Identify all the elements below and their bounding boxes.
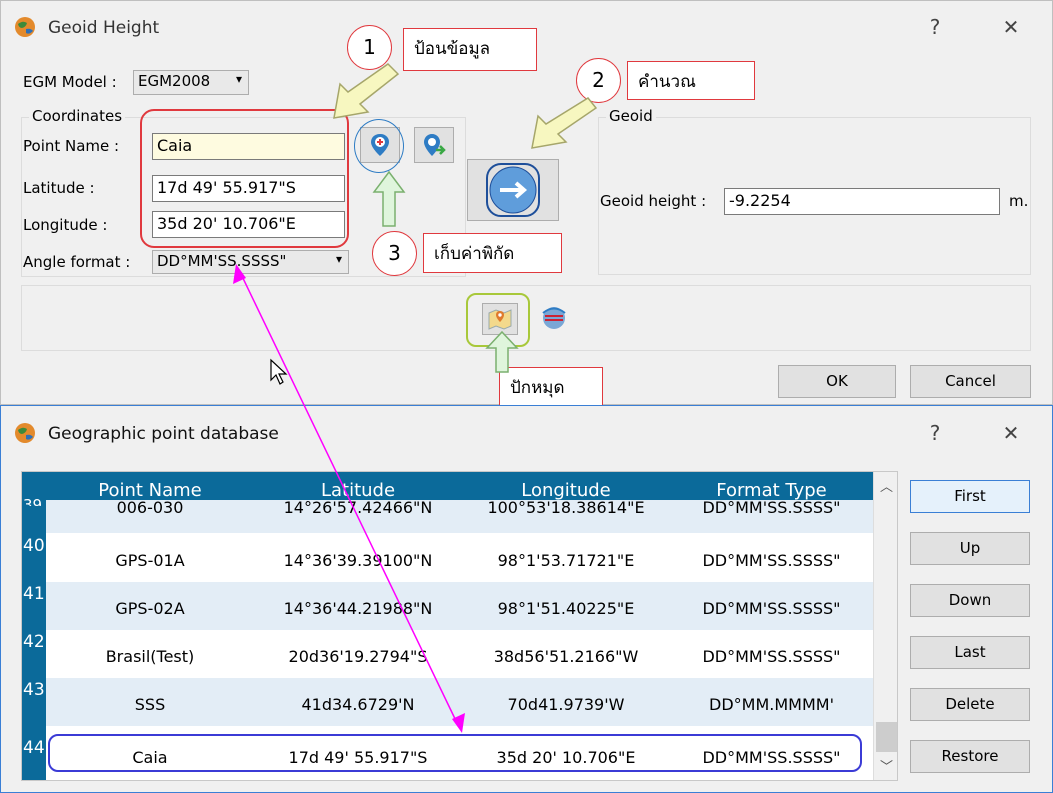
geoid-unit-label: m. (1009, 192, 1029, 210)
arrow-down-left-icon (333, 63, 400, 119)
cell-latitude: 14°26'57.42466"N (283, 498, 433, 517)
cell-latitude: 14°36'44.21988"N (283, 599, 433, 618)
latitude-label: Latitude : (23, 179, 95, 197)
up-button[interactable]: Up (910, 532, 1030, 565)
restore-button[interactable]: Restore (910, 740, 1030, 773)
table-row[interactable]: 006-030 14°26'57.42466"N 100°53'18.38614… (46, 498, 873, 534)
row-number: 42 (23, 632, 45, 652)
longitude-label: Longitude : (23, 216, 108, 234)
selected-row-highlight (48, 734, 862, 772)
last-button[interactable]: Last (910, 636, 1030, 669)
step3-callout: เก็บค่าพิกัด (423, 233, 562, 273)
cell-format-type: DD°MM'SS.SSSS" (702, 551, 841, 570)
cell-longitude: 98°1'53.71721"E (497, 551, 635, 570)
globe-export-button[interactable] (534, 303, 574, 335)
table-header: Point Name Latitude Longitude Format Typ… (46, 472, 873, 501)
close-button[interactable]: ✕ (996, 421, 1026, 445)
dialog-title: Geoid Height (48, 18, 160, 38)
help-button[interactable]: ? (921, 15, 949, 39)
mouse-cursor-icon (270, 358, 288, 385)
globe-icon (14, 16, 36, 38)
globe-sync-icon (542, 307, 566, 329)
cell-longitude: 100°53'18.38614"E (487, 498, 645, 517)
scroll-up-icon[interactable]: ︿ (874, 476, 897, 495)
input-highlight (140, 109, 349, 248)
cell-latitude: 41d34.6729'N (301, 695, 415, 714)
map-pin-go-icon (424, 134, 446, 156)
chevron-down-icon: ▾ (235, 72, 242, 86)
angle-format-value: DD°MM'SS.SSSS" (157, 252, 287, 270)
calculate-button[interactable] (467, 159, 559, 221)
cell-point-name: 006-030 (116, 498, 184, 517)
table-row[interactable]: Brasil(Test) 20d36'19.2794"S 38d56'51.21… (46, 630, 873, 678)
arrow-right-circle-icon (486, 163, 540, 217)
angle-format-label: Angle format : (23, 253, 131, 271)
cell-point-name: GPS-02A (115, 599, 185, 618)
egm-model-value: EGM2008 (138, 72, 211, 90)
globe-icon (14, 422, 36, 444)
geoid-height-label: Geoid height : (600, 192, 707, 210)
scroll-down-icon[interactable]: ﹀ (874, 756, 897, 775)
cancel-button[interactable]: Cancel (910, 365, 1031, 398)
cell-longitude: 70d41.9739'W (507, 695, 625, 714)
cell-latitude: 14°36'39.39100"N (283, 551, 433, 570)
step3-number: 3 (372, 231, 417, 276)
geoid-height-field[interactable]: -9.2254 (724, 188, 1000, 215)
points-table: Point Name Latitude Longitude Format Typ… (21, 471, 898, 781)
point-database-dialog: Geographic point database ? ✕ Point Name… (0, 405, 1053, 793)
arrow-up-icon (485, 330, 519, 373)
cell-format-type: DD°MM'SS.SSSS" (702, 498, 841, 517)
coordinates-group-label: Coordinates (29, 107, 126, 125)
table-row[interactable]: GPS-01A 14°36'39.39100"N 98°1'53.71721"E… (46, 534, 873, 582)
down-button[interactable]: Down (910, 584, 1030, 617)
cell-format-type: DD°MM'SS.SSSS" (702, 647, 841, 666)
cell-point-name: Brasil(Test) (105, 647, 195, 666)
table-row[interactable]: SSS 41d34.6729'N 70d41.9739'W DD°MM.MMMM… (46, 678, 873, 726)
egm-model-select[interactable]: EGM2008 ▾ (133, 70, 249, 95)
close-button[interactable]: ✕ (996, 15, 1026, 39)
cell-point-name: SSS (134, 695, 166, 714)
add-point-highlight (354, 119, 404, 173)
table-row[interactable]: GPS-02A 14°36'44.21988"N 98°1'51.40225"E… (46, 582, 873, 630)
row-number: 39 (23, 496, 43, 506)
point-name-label: Point Name : (23, 137, 120, 155)
row-header-column (22, 472, 46, 780)
row-number: 44 (23, 738, 45, 758)
cell-longitude: 38d56'51.2166"W (493, 647, 639, 666)
dialog-title: Geographic point database (48, 424, 279, 444)
delete-button[interactable]: Delete (910, 688, 1030, 721)
locate-point-button[interactable] (414, 127, 454, 163)
cell-latitude: 20d36'19.2794"S (288, 647, 428, 666)
chevron-down-icon: ▾ (335, 252, 342, 266)
ok-button[interactable]: OK (778, 365, 896, 398)
egm-model-label: EGM Model : (23, 73, 117, 91)
vertical-scrollbar[interactable]: ︿ ﹀ (873, 472, 897, 780)
scrollbar-thumb[interactable] (876, 722, 897, 752)
step1-callout: ป้อนข้อมูล (403, 28, 537, 71)
first-button[interactable]: First (910, 480, 1030, 513)
cell-point-name: GPS-01A (115, 551, 185, 570)
geoid-group-label: Geoid (606, 107, 656, 125)
row-number: 43 (23, 680, 45, 700)
row-number: 41 (23, 584, 45, 604)
row-number: 40 (23, 536, 45, 556)
step2-callout: คำนวณ (627, 61, 755, 100)
cell-format-type: DD°MM'SS.SSSS" (702, 599, 841, 618)
cell-longitude: 98°1'51.40225"E (497, 599, 635, 618)
angle-format-select[interactable]: DD°MM'SS.SSSS" ▾ (152, 250, 349, 274)
help-button[interactable]: ? (921, 421, 949, 445)
arrow-up-icon (372, 170, 406, 227)
arrow-down-left-icon (531, 97, 598, 149)
cell-format-type: DD°MM.MMMM' (709, 695, 834, 714)
